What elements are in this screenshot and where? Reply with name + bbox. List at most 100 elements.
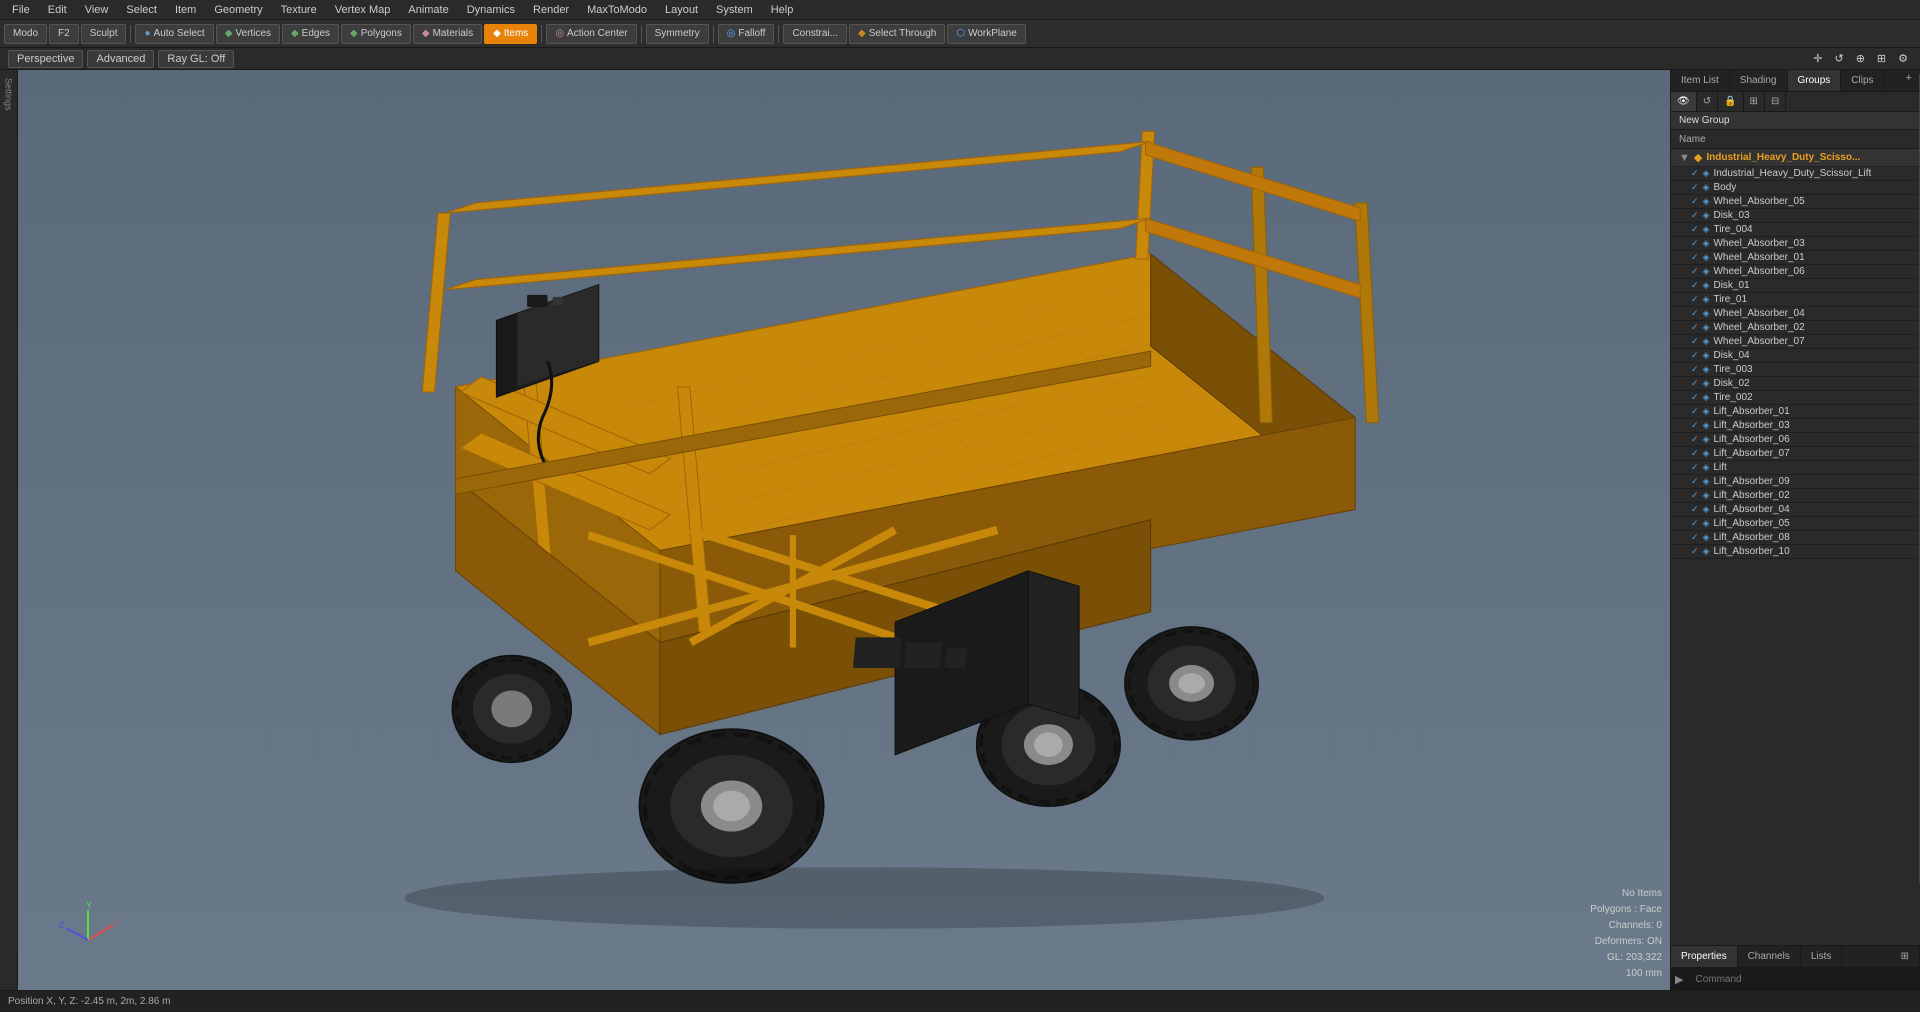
menu-geometry[interactable]: Geometry xyxy=(206,2,270,18)
tree-item[interactable]: ✓ ◈ Wheel_Absorber_07 xyxy=(1671,335,1920,349)
tree-item[interactable]: ✓ ◈ Body xyxy=(1671,181,1920,195)
tree-item[interactable]: ✓ ◈ Lift_Absorber_06 xyxy=(1671,433,1920,447)
viewport-header: Perspective Advanced Ray GL: Off ✛ ↺ ⊕ ⊞… xyxy=(0,48,1920,70)
viewport-icon-zoom[interactable]: ⊕ xyxy=(1852,50,1869,67)
tree-item-check-icon: ✓ xyxy=(1691,308,1699,319)
tree-item[interactable]: ✓ ◈ Disk_02 xyxy=(1671,377,1920,391)
tree-list[interactable]: ▼ ◆ Industrial_Heavy_Duty_Scisso... ✓ ◈ … xyxy=(1671,149,1920,945)
command-input[interactable] xyxy=(1687,972,1920,987)
left-sidebar-settings[interactable]: Settings xyxy=(2,74,16,115)
subtab-refresh-icon[interactable]: ↺ xyxy=(1697,92,1718,111)
materials-button[interactable]: ◆ Materials xyxy=(413,24,482,44)
action-center-button[interactable]: ◎ Action Center xyxy=(546,24,636,44)
tree-item[interactable]: ✓ ◈ Wheel_Absorber_06 xyxy=(1671,265,1920,279)
items-button[interactable]: ◆ Items xyxy=(484,24,537,44)
sculpt-button[interactable]: Sculpt xyxy=(81,24,127,44)
menu-file[interactable]: File xyxy=(4,2,38,18)
viewport-icon-move[interactable]: ✛ xyxy=(1809,50,1826,67)
tab-clips[interactable]: Clips xyxy=(1841,70,1884,91)
advanced-button[interactable]: Advanced xyxy=(87,50,154,68)
polygons-button[interactable]: ◆ Polygons xyxy=(341,24,411,44)
tree-item[interactable]: ✓ ◈ Tire_002 xyxy=(1671,391,1920,405)
menu-texture[interactable]: Texture xyxy=(273,2,325,18)
tree-item-label: Wheel_Absorber_02 xyxy=(1713,322,1804,333)
menu-dynamics[interactable]: Dynamics xyxy=(459,2,523,18)
tree-item[interactable]: ✓ ◈ Wheel_Absorber_01 xyxy=(1671,251,1920,265)
tree-item[interactable]: ✓ ◈ Lift_Absorber_02 xyxy=(1671,489,1920,503)
constrain-button[interactable]: Constrai... xyxy=(783,24,847,44)
falloff-button[interactable]: ◎ Falloff xyxy=(718,24,775,44)
tree-item-check-icon: ✓ xyxy=(1691,364,1699,375)
subtab-eye-icon[interactable]: 👁 xyxy=(1671,92,1697,111)
subtab-collapse-icon[interactable]: ⊟ xyxy=(1765,92,1786,111)
menu-edit[interactable]: Edit xyxy=(40,2,75,18)
tab-add-button[interactable]: + xyxy=(1898,70,1920,91)
edges-button[interactable]: ◆ Edges xyxy=(282,24,339,44)
tree-item[interactable]: ✓ ◈ Lift_Absorber_09 xyxy=(1671,475,1920,489)
tree-item[interactable]: ✓ ◈ Tire_01 xyxy=(1671,293,1920,307)
materials-icon: ◆ xyxy=(422,28,430,39)
tree-item[interactable]: ✓ ◈ Wheel_Absorber_04 xyxy=(1671,307,1920,321)
tab-groups[interactable]: Groups xyxy=(1788,70,1842,91)
tree-item[interactable]: ✓ ◈ Wheel_Absorber_02 xyxy=(1671,321,1920,335)
rb-tab-properties[interactable]: Properties xyxy=(1671,946,1738,967)
perspective-button[interactable]: Perspective xyxy=(8,50,83,68)
tree-item-label: Wheel_Absorber_01 xyxy=(1713,252,1804,263)
menu-view[interactable]: View xyxy=(77,2,117,18)
menu-layout[interactable]: Layout xyxy=(657,2,706,18)
tree-item-type-icon: ◈ xyxy=(1703,252,1710,263)
tree-item[interactable]: ✓ ◈ Disk_04 xyxy=(1671,349,1920,363)
viewport-icon-settings[interactable]: ⚙ xyxy=(1894,50,1912,67)
tree-item-check-icon: ✓ xyxy=(1691,378,1699,389)
tree-item[interactable]: ✓ ◈ Lift xyxy=(1671,461,1920,475)
tree-item-type-icon: ◈ xyxy=(1703,532,1710,543)
tree-item[interactable]: ✓ ◈ Tire_003 xyxy=(1671,363,1920,377)
menu-vertex-map[interactable]: Vertex Map xyxy=(327,2,399,18)
tree-item[interactable]: ✓ ◈ Lift_Absorber_04 xyxy=(1671,503,1920,517)
menu-render[interactable]: Render xyxy=(525,2,577,18)
rb-expand-button[interactable]: ⊞ xyxy=(1891,946,1920,967)
tree-group-row[interactable]: ▼ ◆ Industrial_Heavy_Duty_Scisso... xyxy=(1671,149,1920,167)
auto-select-button[interactable]: ● Auto Select xyxy=(135,24,213,44)
rb-tab-lists[interactable]: Lists xyxy=(1801,946,1843,967)
menu-select[interactable]: Select xyxy=(118,2,165,18)
tree-item[interactable]: ✓ ◈ Wheel_Absorber_03 xyxy=(1671,237,1920,251)
tree-item[interactable]: ✓ ◈ Disk_03 xyxy=(1671,209,1920,223)
tree-item[interactable]: ✓ ◈ Disk_01 xyxy=(1671,279,1920,293)
tree-item[interactable]: ✓ ◈ Lift_Absorber_10 xyxy=(1671,545,1920,559)
tree-item[interactable]: ✓ ◈ Wheel_Absorber_05 xyxy=(1671,195,1920,209)
viewport-icon-fit[interactable]: ⊞ xyxy=(1873,50,1890,67)
tab-item-list[interactable]: Item List xyxy=(1671,70,1730,91)
ray-gl-button[interactable]: Ray GL: Off xyxy=(158,50,234,68)
f2-button[interactable]: F2 xyxy=(49,24,79,44)
tree-item[interactable]: ✓ ◈ Lift_Absorber_08 xyxy=(1671,531,1920,545)
tree-item[interactable]: ✓ ◈ Industrial_Heavy_Duty_Scissor_Lift xyxy=(1671,167,1920,181)
tree-item[interactable]: ✓ ◈ Lift_Absorber_03 xyxy=(1671,419,1920,433)
tree-item-label: Lift xyxy=(1713,462,1726,473)
vertices-button[interactable]: ◆ Vertices xyxy=(216,24,280,44)
mode-3d-button[interactable]: Modo xyxy=(4,24,47,44)
select-through-button[interactable]: ◆ Select Through xyxy=(849,24,945,44)
menu-system[interactable]: System xyxy=(708,2,761,18)
subtab-expand-icon[interactable]: ⊞ xyxy=(1744,92,1765,111)
tree-item[interactable]: ✓ ◈ Tire_004 xyxy=(1671,223,1920,237)
menu-help[interactable]: Help xyxy=(763,2,802,18)
menu-maxtomodo[interactable]: MaxToModo xyxy=(579,2,655,18)
workplane-icon: ⬡ xyxy=(956,28,965,39)
viewport-icon-rotate[interactable]: ↺ xyxy=(1830,50,1847,67)
tree-item[interactable]: ✓ ◈ Lift_Absorber_05 xyxy=(1671,517,1920,531)
menu-item[interactable]: Item xyxy=(167,2,204,18)
tree-item[interactable]: ✓ ◈ Lift_Absorber_01 xyxy=(1671,405,1920,419)
subtab-lock-icon[interactable]: 🔒 xyxy=(1718,92,1743,111)
tab-shading[interactable]: Shading xyxy=(1730,70,1788,91)
right-panel: Item List Shading Groups Clips + 👁 ↺ 🔒 ⊞… xyxy=(1670,70,1920,990)
stat-channels: Channels: 0 xyxy=(1590,918,1662,934)
workplane-button[interactable]: ⬡ WorkPlane xyxy=(947,24,1025,44)
symmetry-button[interactable]: Symmetry xyxy=(646,24,709,44)
tree-item[interactable]: ✓ ◈ Lift_Absorber_07 xyxy=(1671,447,1920,461)
tree-item-label: Lift_Absorber_05 xyxy=(1713,518,1789,529)
viewport-3d[interactable]: No Items Polygons : Face Channels: 0 Def… xyxy=(18,70,1670,990)
tree-item-check-icon: ✓ xyxy=(1691,238,1699,249)
rb-tab-channels[interactable]: Channels xyxy=(1738,946,1801,967)
menu-animate[interactable]: Animate xyxy=(400,2,456,18)
